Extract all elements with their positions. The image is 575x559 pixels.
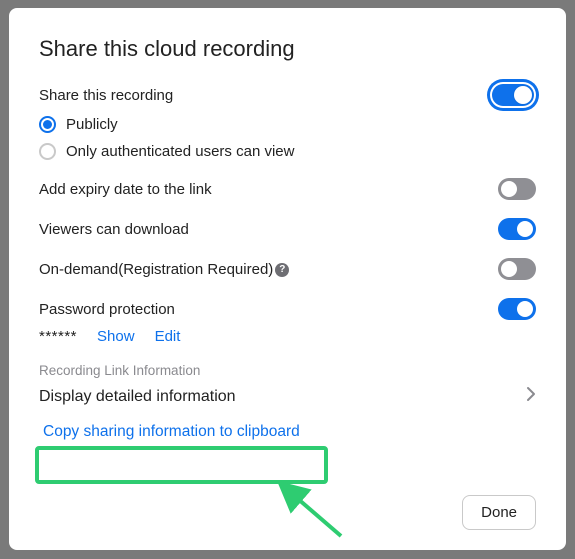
display-detailed-row[interactable]: Display detailed information	[39, 386, 536, 407]
annotation-highlight-box	[35, 446, 328, 484]
radio-label: Only authenticated users can view	[66, 143, 294, 160]
on-demand-label: On-demand(Registration Required)?	[39, 261, 289, 278]
modal-footer: Done	[462, 495, 536, 530]
password-toggle[interactable]	[498, 298, 536, 320]
expiry-row: Add expiry date to the link	[39, 178, 536, 200]
link-info-header: Recording Link Information	[39, 363, 536, 378]
download-row: Viewers can download	[39, 218, 536, 240]
on-demand-toggle[interactable]	[498, 258, 536, 280]
radio-icon	[39, 116, 56, 133]
share-visibility-radio-group: Publicly Only authenticated users can vi…	[39, 116, 536, 160]
display-detailed-label: Display detailed information	[39, 388, 236, 406]
modal-title: Share this cloud recording	[39, 36, 536, 62]
download-label: Viewers can download	[39, 221, 189, 238]
on-demand-row: On-demand(Registration Required)?	[39, 258, 536, 280]
share-recording-modal: Share this cloud recording Share this re…	[9, 8, 566, 550]
share-recording-toggle[interactable]	[490, 82, 536, 108]
radio-icon	[39, 143, 56, 160]
password-edit-link[interactable]: Edit	[155, 328, 181, 345]
expiry-label: Add expiry date to the link	[39, 181, 212, 198]
annotation-arrow-icon	[269, 474, 349, 544]
password-controls: ****** Show Edit	[39, 328, 536, 345]
share-recording-label: Share this recording	[39, 87, 173, 104]
password-row: Password protection	[39, 298, 536, 320]
expiry-toggle[interactable]	[498, 178, 536, 200]
password-masked: ******	[39, 328, 77, 345]
share-recording-row: Share this recording	[39, 82, 536, 108]
password-show-link[interactable]: Show	[97, 328, 135, 345]
download-toggle[interactable]	[498, 218, 536, 240]
password-label: Password protection	[39, 301, 175, 318]
copy-sharing-info-link[interactable]: Copy sharing information to clipboard	[39, 417, 304, 447]
help-icon[interactable]: ?	[275, 263, 289, 277]
chevron-right-icon	[526, 386, 536, 407]
radio-label: Publicly	[66, 116, 118, 133]
done-button[interactable]: Done	[462, 495, 536, 530]
radio-publicly[interactable]: Publicly	[39, 116, 536, 133]
radio-authenticated-only[interactable]: Only authenticated users can view	[39, 143, 536, 160]
